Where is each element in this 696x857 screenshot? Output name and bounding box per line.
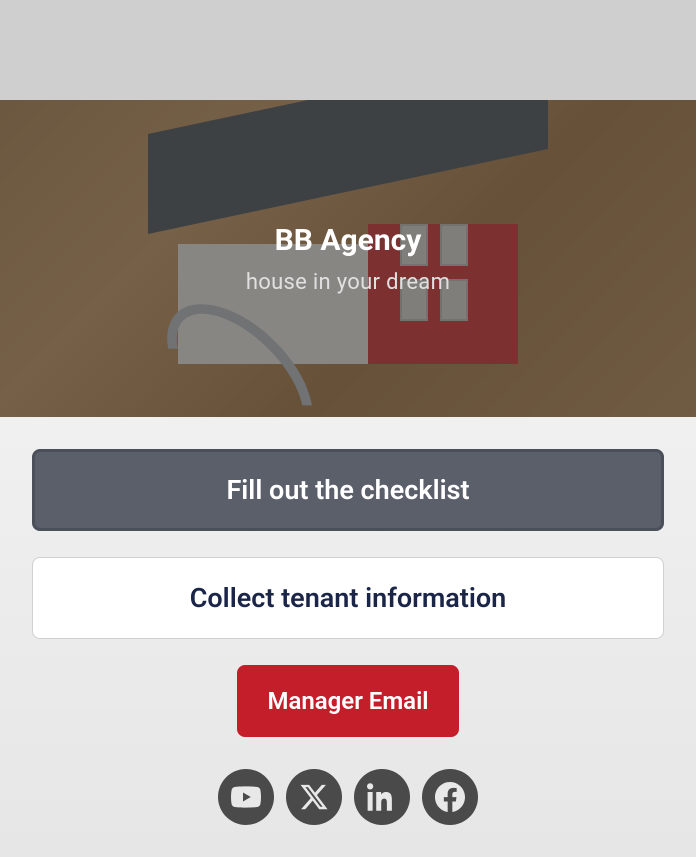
youtube-icon[interactable] (218, 769, 274, 825)
tenant-info-button[interactable]: Collect tenant information (32, 557, 664, 639)
x-icon[interactable] (286, 769, 342, 825)
facebook-icon[interactable] (422, 769, 478, 825)
agency-subtitle: house in your dream (246, 270, 450, 295)
linkedin-icon[interactable] (354, 769, 410, 825)
checklist-button-label: Fill out the checklist (226, 474, 469, 506)
manager-email-button[interactable]: Manager Email (237, 665, 459, 737)
content-area: Fill out the checklist Collect tenant in… (0, 417, 696, 857)
checklist-button[interactable]: Fill out the checklist (32, 449, 664, 531)
tenant-info-button-label: Collect tenant information (190, 582, 507, 614)
agency-title: BB Agency (275, 223, 422, 258)
top-bar (0, 0, 696, 100)
hero-banner: BB Agency house in your dream (0, 100, 696, 417)
manager-email-button-label: Manager Email (267, 687, 428, 715)
social-icons-row (32, 769, 664, 825)
